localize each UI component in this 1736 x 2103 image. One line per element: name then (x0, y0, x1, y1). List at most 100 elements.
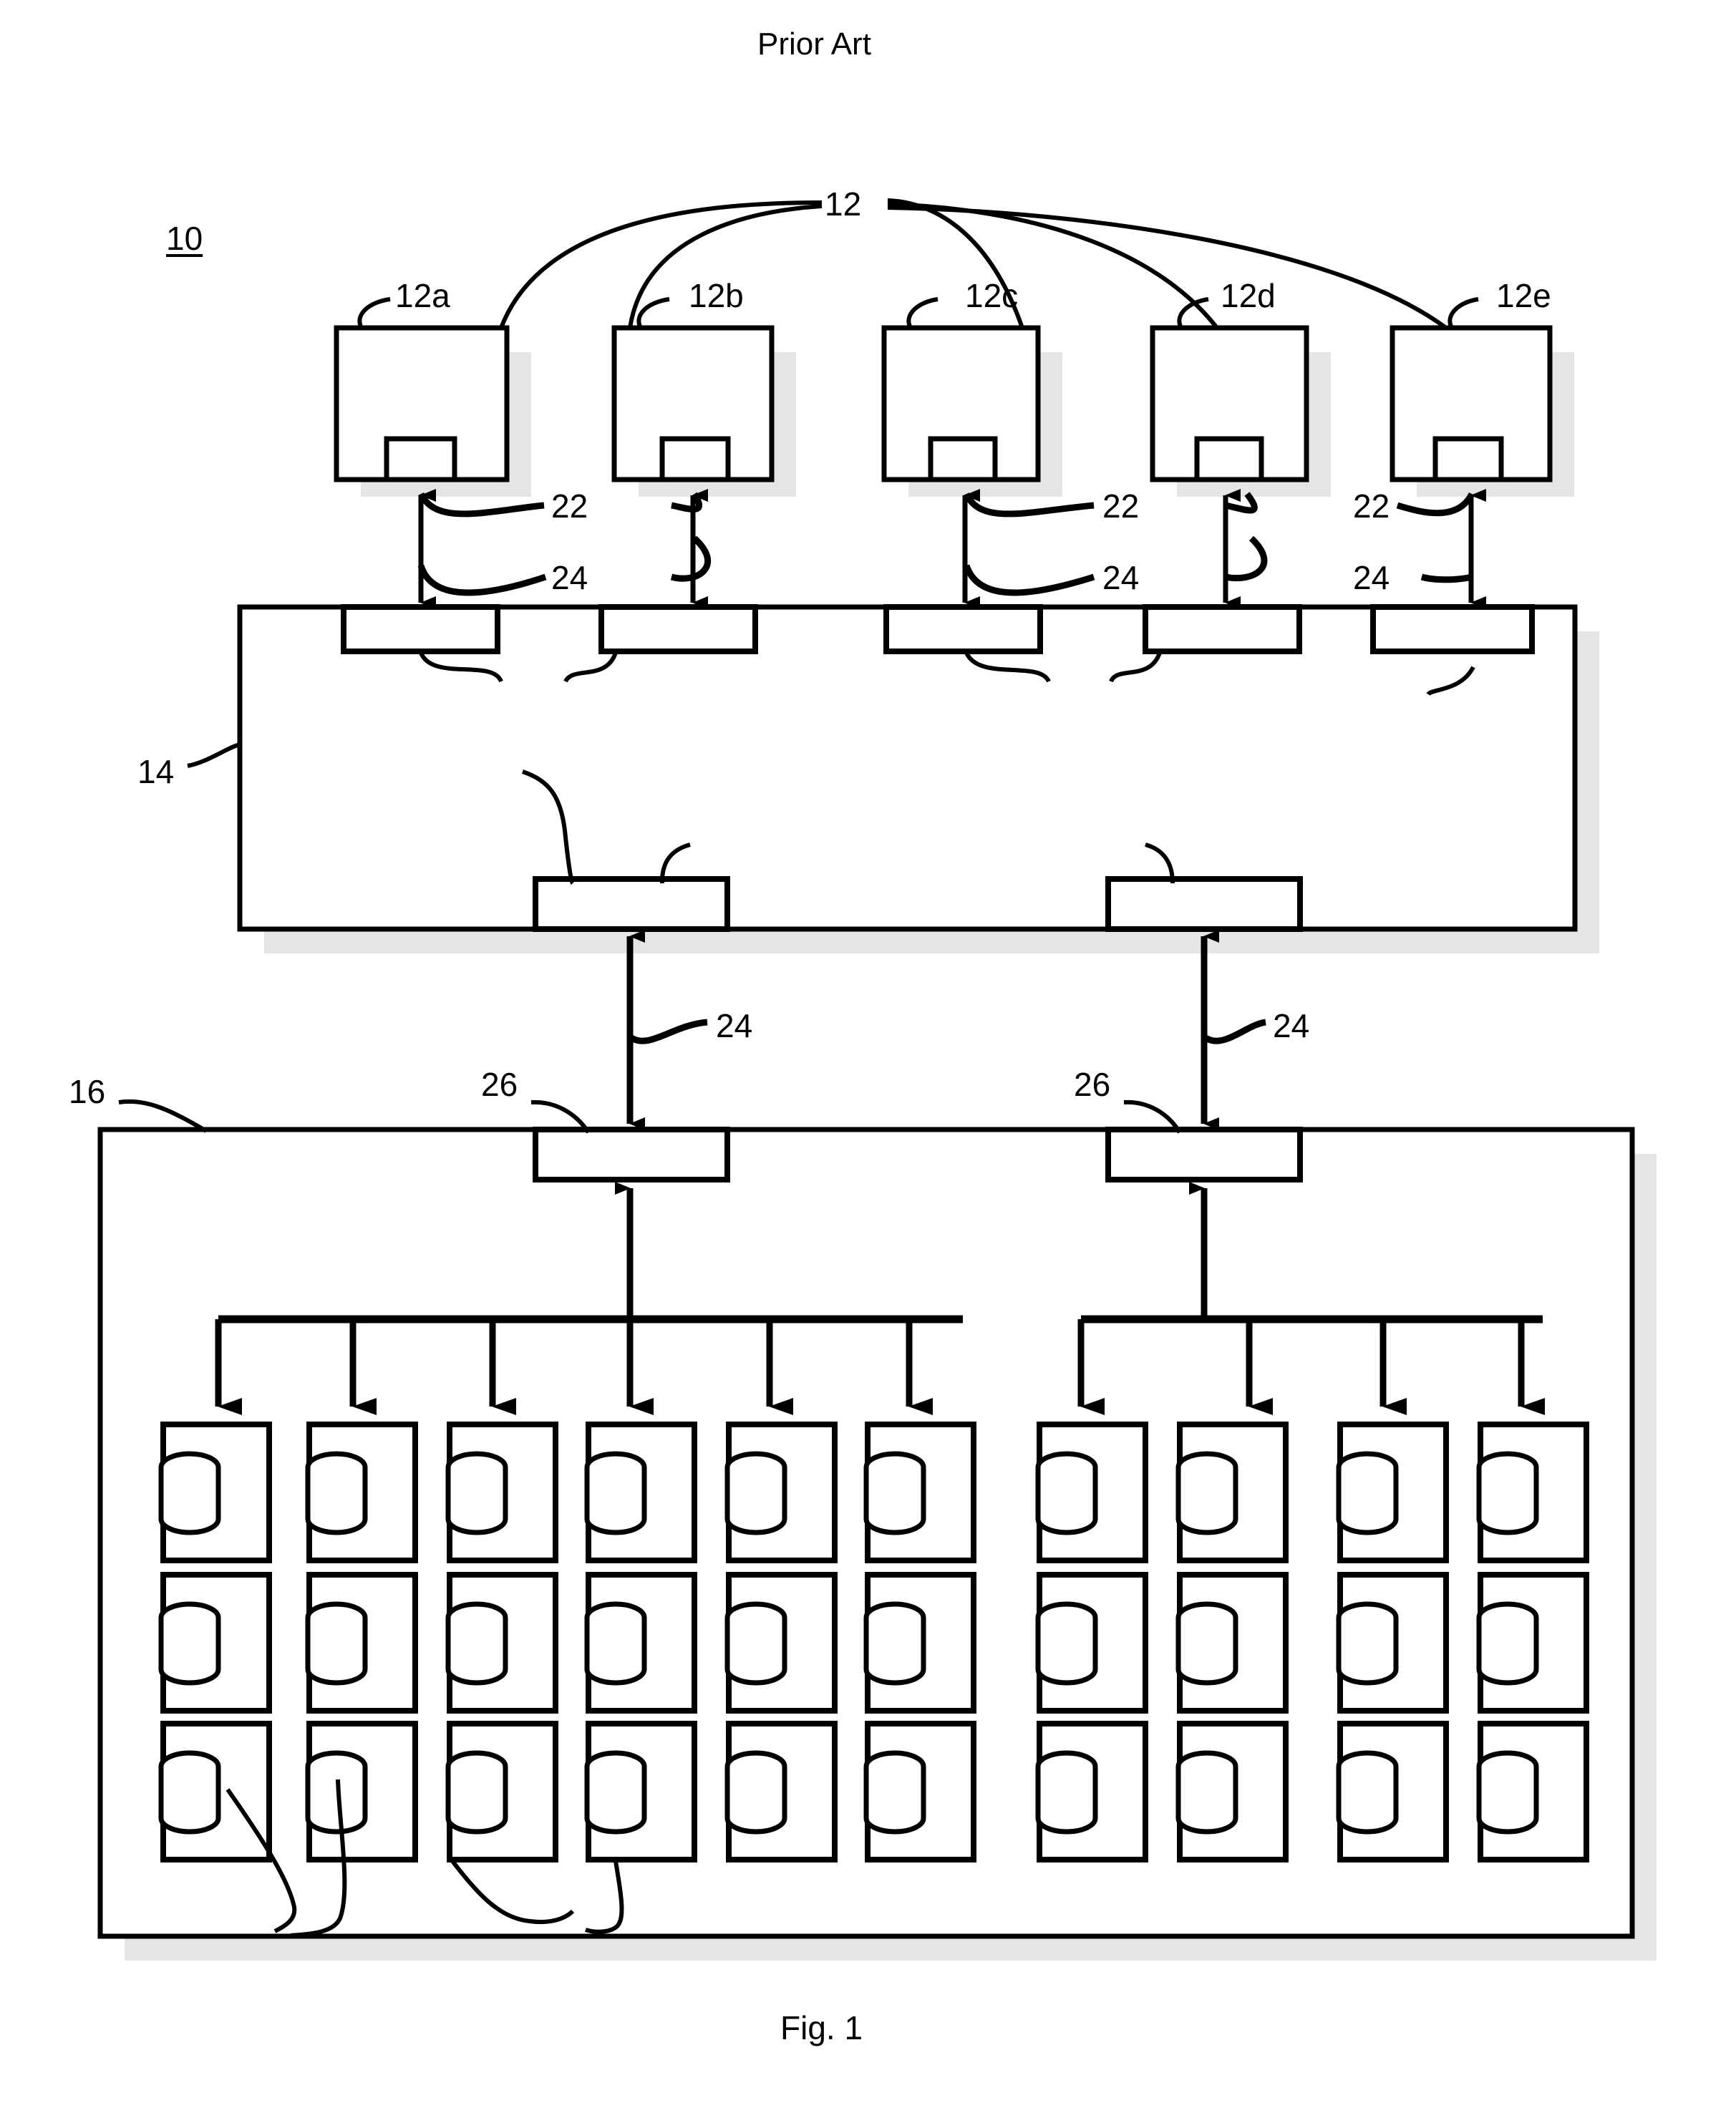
disk-drive-18 (724, 1750, 787, 1835)
leader-12-to-12c (887, 198, 1024, 329)
drive-carrier-30 (1175, 1721, 1289, 1862)
leader-12-to-12e (887, 205, 1448, 330)
disk-drive-18 (1175, 1451, 1238, 1535)
drive-carrier-30 (445, 1572, 558, 1714)
disk-drive-18 (1175, 1750, 1238, 1835)
leader-22-node-c (963, 492, 1095, 518)
disk-drive-18 (1035, 1601, 1098, 1686)
storage-controller-26-right (1105, 1127, 1303, 1182)
disk-drive-18 (1035, 1750, 1098, 1835)
drive-carrier-30 (724, 1721, 838, 1862)
drive-carrier-30 (1476, 1721, 1589, 1862)
switch-downlink-20a-left (533, 876, 730, 932)
disk-row-1 (158, 1422, 1589, 1563)
disk-row-3 (158, 1721, 1589, 1862)
switch-port-20h-2 (598, 604, 758, 654)
node-group (334, 325, 1574, 497)
drive-carrier-30 (1476, 1422, 1589, 1563)
leader-lines-22 (417, 492, 1475, 518)
drive-carrier-30 (158, 1572, 272, 1714)
node-12b[interactable] (611, 325, 796, 497)
disk-drive-18 (584, 1601, 647, 1686)
leader-24-c (963, 564, 1095, 596)
network-switch-14[interactable] (237, 604, 1599, 953)
node-12b-hba (659, 436, 731, 482)
disk-drive-18 (584, 1451, 647, 1535)
drive-carrier-30 (158, 1721, 272, 1862)
switch-downlink-20a-right (1105, 876, 1303, 932)
disk-drive-18 (1476, 1601, 1539, 1686)
disk-drive-18 (1336, 1750, 1399, 1835)
disk-drive-18 (445, 1601, 508, 1686)
drive-carrier-30 (1175, 1572, 1289, 1714)
drive-carrier-30 (724, 1572, 838, 1714)
leader-lines-24-upper (417, 535, 1473, 596)
disk-row-2 (158, 1572, 1589, 1714)
drive-carrier-30 (584, 1721, 697, 1862)
node-12a[interactable] (334, 325, 531, 497)
leader-12-to-12b (628, 204, 823, 329)
disk-drive-18 (158, 1451, 221, 1535)
drive-carrier-30 (863, 1422, 976, 1563)
node-12d-hba (1194, 436, 1264, 482)
leader-24-d (1225, 535, 1268, 582)
leader-line-14 (187, 742, 241, 768)
drive-carrier-30 (1035, 1422, 1148, 1563)
disk-drive-18 (724, 1601, 787, 1686)
node-12a-hba (384, 436, 457, 482)
disk-drive-18 (724, 1451, 787, 1535)
drive-carrier-30 (584, 1572, 697, 1714)
leader-24-b (670, 535, 712, 582)
node-12e-hba (1432, 436, 1504, 482)
drive-carrier-30 (158, 1422, 272, 1563)
disk-drive-18 (158, 1750, 221, 1835)
disk-drive-18 (305, 1451, 368, 1535)
leader-24-e (1420, 573, 1473, 583)
switch-enclosure-links (626, 930, 1219, 1130)
switch-port-20h-1 (341, 604, 500, 654)
disk-drive-18 (305, 1601, 368, 1686)
node-12d[interactable] (1150, 325, 1331, 497)
switch-port-20h-5 (1370, 604, 1535, 654)
leader-22-node-a (417, 492, 545, 518)
disk-drive-18 (1336, 1601, 1399, 1686)
disk-drive-18 (584, 1750, 647, 1835)
switch-port-20h-4 (1143, 604, 1302, 654)
drive-carrier-30 (1035, 1572, 1148, 1714)
drive-carrier-30 (305, 1721, 418, 1862)
leader-lines-24-lower (629, 1019, 1266, 1044)
patent-figure-page: Prior Art 10 12 12a 12b 12c 12d 12e 22 2… (0, 0, 1736, 2103)
disk-drive-18 (863, 1451, 926, 1535)
disk-drive-18 (1035, 1451, 1098, 1535)
drive-carrier-30 (1336, 1572, 1449, 1714)
disk-drive-18 (1336, 1451, 1399, 1535)
disk-drive-18 (863, 1601, 926, 1686)
storage-controller-26-left (533, 1127, 730, 1182)
figure-drawing (97, 198, 1657, 1961)
drive-carrier-30 (445, 1422, 558, 1563)
drive-carrier-30 (305, 1572, 418, 1714)
drive-carrier-30 (305, 1422, 418, 1563)
disk-drive-18 (445, 1451, 508, 1535)
disk-drive-18 (863, 1750, 926, 1835)
node-12e[interactable] (1390, 325, 1574, 497)
disk-drive-18 (158, 1601, 221, 1686)
drive-carrier-30 (863, 1572, 976, 1714)
disk-drive-18 (1175, 1601, 1238, 1686)
drive-carrier-30 (584, 1422, 697, 1563)
drive-carrier-30 (1336, 1422, 1449, 1563)
switch-port-20h-3 (883, 604, 1043, 654)
node-12c[interactable] (881, 325, 1062, 497)
leader-24-a (417, 564, 547, 596)
drive-carrier-30 (1035, 1721, 1148, 1862)
node-12c-hba (928, 436, 998, 482)
leader-line-16 (118, 1099, 208, 1133)
disk-drive-18 (1476, 1451, 1539, 1535)
node-switch-links (418, 489, 1486, 609)
drive-carrier-30 (1476, 1572, 1589, 1714)
disk-drive-18 (445, 1750, 508, 1835)
leader-22-node-e (1396, 492, 1475, 517)
leader-12-to-12d (887, 202, 1219, 329)
drive-carrier-30 (1336, 1721, 1449, 1862)
drive-carrier-30 (445, 1721, 558, 1862)
